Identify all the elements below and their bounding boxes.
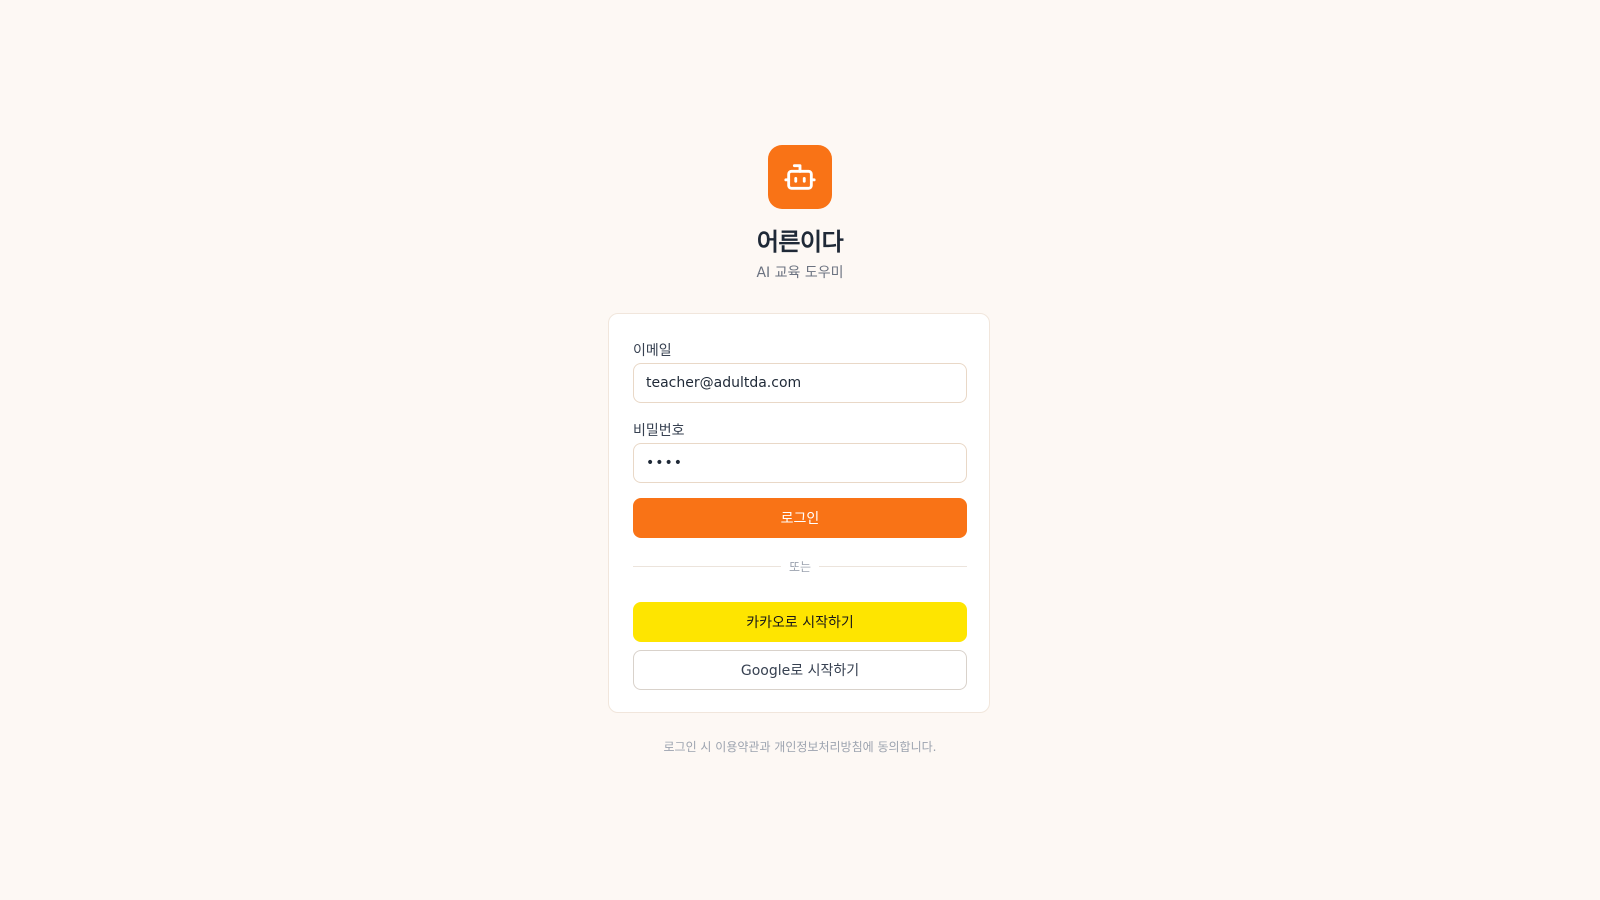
- password-field[interactable]: [633, 443, 967, 483]
- login-card: 이메일 비밀번호 로그인 또는 카카오로 시작하기 Google로 시작하기: [608, 313, 990, 713]
- app-title: 어른이다: [756, 228, 844, 256]
- password-label: 비밀번호: [633, 423, 685, 439]
- login-button[interactable]: 로그인: [633, 498, 967, 538]
- app-subtitle: AI 교육 도우미: [756, 265, 844, 281]
- login-page: 어른이다 AI 교육 도우미 이메일 비밀번호 로그인 또는 카카오로 시작하기…: [0, 0, 1600, 900]
- email-label: 이메일: [633, 343, 672, 359]
- divider-line-right: [819, 566, 967, 567]
- kakao-login-button[interactable]: 카카오로 시작하기: [633, 602, 967, 642]
- google-login-button[interactable]: Google로 시작하기: [633, 650, 967, 690]
- robot-icon: [784, 164, 816, 190]
- email-field[interactable]: [633, 363, 967, 403]
- app-logo: [768, 145, 832, 209]
- terms-notice: 로그인 시 이용약관과 개인정보처리방침에 동의합니다.: [663, 740, 937, 754]
- or-divider: 또는: [633, 558, 967, 574]
